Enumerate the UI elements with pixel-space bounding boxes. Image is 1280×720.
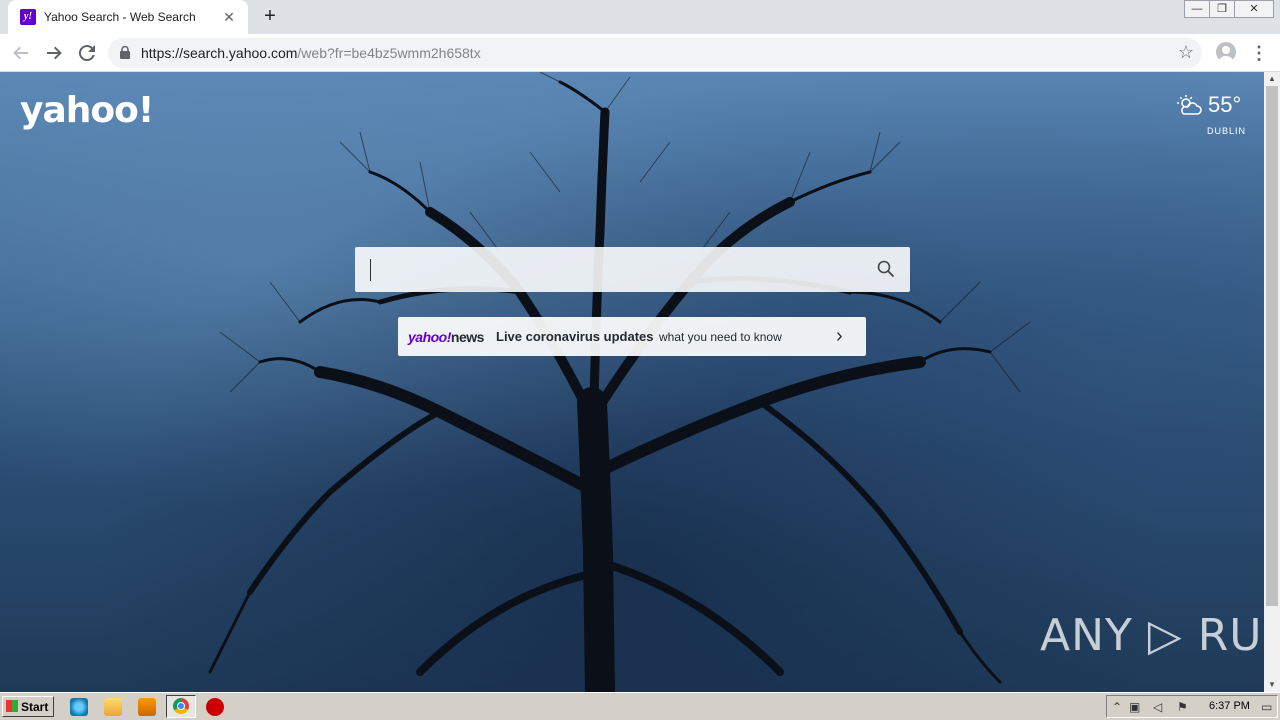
tab-title: Yahoo Search - Web Search [44,10,196,24]
reload-icon [78,45,95,62]
kebab-menu-icon[interactable]: ⋮ [1250,41,1268,65]
tree-silhouette-image [208,72,1031,692]
reload-button[interactable] [75,41,99,65]
arrow-left-icon [13,46,28,60]
avatar-silhouette [1219,46,1233,62]
news-headline: Live coronavirus updates [496,329,654,344]
watermark-text: ANY ▷ RUN [1040,610,1264,661]
yahoo-logo[interactable]: yahoo! [20,90,154,131]
restore-button[interactable]: ❐ [1209,0,1235,18]
system-tray: ⌃ ▣ ◁ ⚑ 6:37 PM ▭ [1106,695,1278,718]
url-path: /web?fr=be4bz5wmm2h658tx [297,45,481,61]
weather-temperature: 55° [1208,92,1242,117]
news-banner[interactable]: yahoo!news Live coronavirus updates what… [398,317,866,356]
new-tab-button[interactable]: + [258,5,282,29]
minimize-button[interactable]: — [1184,0,1210,18]
internet-explorer-icon[interactable] [70,698,88,716]
url-text: https://search.yahoo.com/web?fr=be4bz5wm… [141,45,481,61]
lock-icon [120,46,130,59]
file-explorer-icon[interactable] [104,698,122,716]
yahoo-favicon-icon: y! [20,9,36,25]
partly-cloudy-icon [1177,95,1202,115]
scroll-down-icon[interactable]: ▼ [1264,678,1280,692]
bookmark-star-icon[interactable]: ☆ [1178,42,1194,63]
address-bar[interactable]: https://search.yahoo.com/web?fr=be4bz5wm… [108,38,1202,68]
url-host: https://search.yahoo.com [141,45,298,61]
action-center-flag-icon[interactable]: ⚑ [1177,700,1188,714]
show-hidden-icons-icon[interactable]: ⌃ [1112,700,1122,714]
chrome-taskbar-button[interactable] [166,695,196,718]
close-window-button[interactable]: ✕ [1234,0,1274,18]
profile-avatar-icon[interactable] [1216,42,1236,62]
text-caret [370,259,371,281]
tab-close-icon[interactable]: ✕ [220,8,238,26]
yahoo-news-logo: yahoo!news [408,329,484,345]
arrow-right-icon [47,46,62,60]
weather-city: DUBLIN [1207,126,1247,136]
show-desktop-icon[interactable]: ▭ [1261,700,1272,714]
browser-toolbar: https://search.yahoo.com/web?fr=be4bz5wm… [0,34,1280,72]
volume-icon[interactable]: ◁ [1153,700,1162,714]
taskbar-clock[interactable]: 6:37 PM [1209,700,1250,712]
windows-taskbar: Start ⌃ ▣ ◁ ⚑ 6:37 PM ▭ [0,692,1280,720]
search-icon[interactable] [877,260,895,278]
chrome-icon [173,698,189,714]
news-subtext: what you need to know [659,330,782,344]
media-player-icon[interactable] [138,698,156,716]
page-background: ANY ▷ RUN [0,72,1264,692]
network-icon[interactable]: ▣ [1129,700,1140,714]
vertical-scrollbar[interactable]: ▲ ▼ [1264,72,1280,692]
search-input[interactable] [355,247,910,292]
start-button[interactable]: Start [2,696,54,717]
tab-yahoo-search[interactable]: y! Yahoo Search - Web Search ✕ [8,0,248,34]
chevron-right-icon: › [836,325,843,347]
forward-button[interactable] [42,41,66,65]
scrollbar-thumb[interactable] [1266,86,1278,606]
windows-logo-icon [6,700,18,712]
tab-strip: y! Yahoo Search - Web Search ✕ + — ❐ ✕ [0,0,1280,34]
back-button[interactable] [9,41,33,65]
scroll-up-icon[interactable]: ▲ [1264,72,1280,86]
opera-icon[interactable] [206,698,224,716]
